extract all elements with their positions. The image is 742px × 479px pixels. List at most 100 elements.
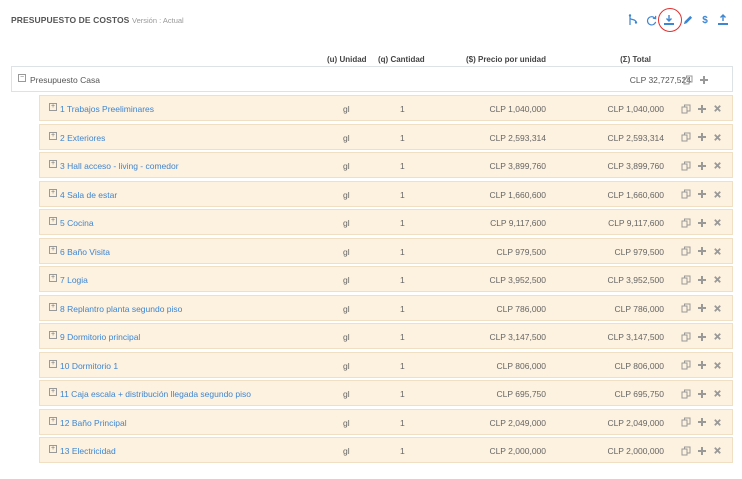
budget-item-total: CLP 2,000,000 xyxy=(607,446,664,456)
budget-item-quantity: 1 xyxy=(400,275,405,285)
delete-icon[interactable] xyxy=(711,273,724,286)
expand-toggle-icon[interactable]: + xyxy=(49,245,57,254)
delete-icon[interactable] xyxy=(711,359,724,372)
budget-item-label[interactable]: 11 Caja escala + distribución llegada se… xyxy=(60,389,251,399)
row-actions xyxy=(678,73,710,86)
row-actions xyxy=(676,216,724,229)
delete-icon[interactable] xyxy=(711,159,724,172)
expand-toggle-icon[interactable]: + xyxy=(49,217,57,225)
budget-item-unit-price: CLP 2,000,000 xyxy=(489,446,546,456)
expand-toggle-icon[interactable]: + xyxy=(49,160,57,168)
add-icon[interactable] xyxy=(695,359,708,372)
row-actions xyxy=(676,131,724,144)
budget-item-unit-price: CLP 2,049,000 xyxy=(489,417,546,428)
add-icon[interactable] xyxy=(695,444,708,457)
expand-toggle-icon[interactable]: + xyxy=(49,274,57,282)
copy-icon[interactable] xyxy=(679,131,692,144)
budget-item-quantity: 1 xyxy=(400,104,405,114)
expand-toggle-icon[interactable]: + xyxy=(49,331,57,339)
add-icon[interactable] xyxy=(695,330,708,343)
budget-item-label[interactable]: 4 Sala de estar xyxy=(60,190,117,200)
column-header-unit: (u) Unidad xyxy=(327,55,367,64)
column-header-quantity: (q) Cantidad xyxy=(378,55,425,64)
expand-toggle-icon[interactable]: + xyxy=(49,388,57,396)
expand-toggle-icon[interactable]: + xyxy=(49,103,57,111)
delete-icon[interactable] xyxy=(711,216,724,229)
budget-item-label[interactable]: 8 Replantro planta segundo piso xyxy=(60,304,182,314)
copy-icon[interactable] xyxy=(679,359,692,372)
delete-icon[interactable] xyxy=(711,131,724,144)
delete-icon[interactable] xyxy=(711,330,724,343)
budget-item-label[interactable]: 10 Dormitorio 1 xyxy=(60,361,118,371)
copy-icon[interactable] xyxy=(679,188,692,201)
add-icon[interactable] xyxy=(695,245,708,258)
dollar-icon[interactable]: $ xyxy=(697,13,713,27)
expand-toggle-icon[interactable]: + xyxy=(49,131,57,140)
budget-item-label[interactable]: 2 Exteriores xyxy=(60,133,105,143)
add-icon[interactable] xyxy=(695,188,708,201)
add-icon[interactable] xyxy=(695,102,708,115)
add-icon[interactable] xyxy=(695,387,708,400)
root-budget-row: − Presupuesto Casa CLP 32,727,524 xyxy=(11,66,733,92)
column-header-unit-price: ($) Precio por unidad xyxy=(465,55,546,64)
budget-item-label[interactable]: 7 Logia xyxy=(60,275,88,285)
budget-item-label[interactable]: 13 Electricidad xyxy=(60,446,116,456)
delete-icon[interactable] xyxy=(711,416,724,429)
expand-toggle-icon[interactable]: + xyxy=(49,445,57,453)
row-actions xyxy=(676,359,724,372)
refresh-icon[interactable] xyxy=(643,13,659,27)
row-actions xyxy=(676,245,724,258)
expand-toggle-icon[interactable]: + xyxy=(49,359,57,368)
budget-item-label[interactable]: 6 Baño Visita xyxy=(60,247,110,257)
delete-icon[interactable] xyxy=(711,387,724,400)
budget-item-label[interactable]: 5 Cocina xyxy=(60,218,94,228)
copy-icon[interactable] xyxy=(681,73,694,86)
upload-icon[interactable] xyxy=(715,13,731,27)
copy-icon[interactable] xyxy=(679,387,692,400)
delete-icon[interactable] xyxy=(711,188,724,201)
budget-item-unit-price: CLP 3,952,500 xyxy=(489,275,546,285)
add-icon[interactable] xyxy=(695,302,708,315)
add-icon[interactable] xyxy=(695,273,708,286)
root-budget-label: Presupuesto Casa xyxy=(30,75,100,85)
collapse-toggle-icon[interactable]: − xyxy=(18,74,26,82)
page-header: PRESUPUESTO DE COSTOS Versión : Actual $ xyxy=(11,8,731,32)
expand-toggle-icon[interactable]: + xyxy=(49,416,57,425)
edit-icon[interactable] xyxy=(679,13,695,27)
row-actions xyxy=(676,416,724,429)
budget-item-row: + 9 Dormitorio principal gl 1 CLP 3,147,… xyxy=(39,323,733,349)
delete-icon[interactable] xyxy=(711,302,724,315)
copy-icon[interactable] xyxy=(679,444,692,457)
add-icon[interactable] xyxy=(695,216,708,229)
copy-icon[interactable] xyxy=(679,159,692,172)
add-icon[interactable] xyxy=(697,73,710,86)
delete-icon[interactable] xyxy=(711,444,724,457)
budget-item-quantity: 1 xyxy=(400,132,405,143)
download-icon[interactable] xyxy=(658,8,682,32)
copy-icon[interactable] xyxy=(679,102,692,115)
budget-item-label[interactable]: 12 Baño Principal xyxy=(60,418,127,428)
budget-item-total: CLP 3,952,500 xyxy=(607,275,664,285)
row-actions xyxy=(676,387,724,400)
copy-icon[interactable] xyxy=(679,273,692,286)
column-header-total: (Σ) Total xyxy=(620,55,651,64)
expand-toggle-icon[interactable]: + xyxy=(49,302,57,311)
delete-icon[interactable] xyxy=(711,245,724,258)
copy-icon[interactable] xyxy=(679,330,692,343)
copy-icon[interactable] xyxy=(679,302,692,315)
budget-item-label[interactable]: 3 Hall acceso - living - comedor xyxy=(60,161,179,171)
delete-icon[interactable] xyxy=(711,102,724,115)
copy-icon[interactable] xyxy=(679,245,692,258)
add-icon[interactable] xyxy=(695,159,708,172)
copy-icon[interactable] xyxy=(679,416,692,429)
expand-toggle-icon[interactable]: + xyxy=(49,188,57,197)
budget-item-row: + 8 Replantro planta segundo piso gl 1 C… xyxy=(39,294,733,321)
copy-icon[interactable] xyxy=(679,216,692,229)
add-icon[interactable] xyxy=(695,131,708,144)
budget-item-unit: gl xyxy=(343,218,350,228)
add-icon[interactable] xyxy=(695,416,708,429)
budget-item-label[interactable]: 1 Trabajos Preeliminares xyxy=(60,104,154,114)
budget-item-label[interactable]: 9 Dormitorio principal xyxy=(60,332,140,342)
budget-item-unit: gl xyxy=(343,446,350,456)
branch-icon[interactable] xyxy=(625,13,641,27)
